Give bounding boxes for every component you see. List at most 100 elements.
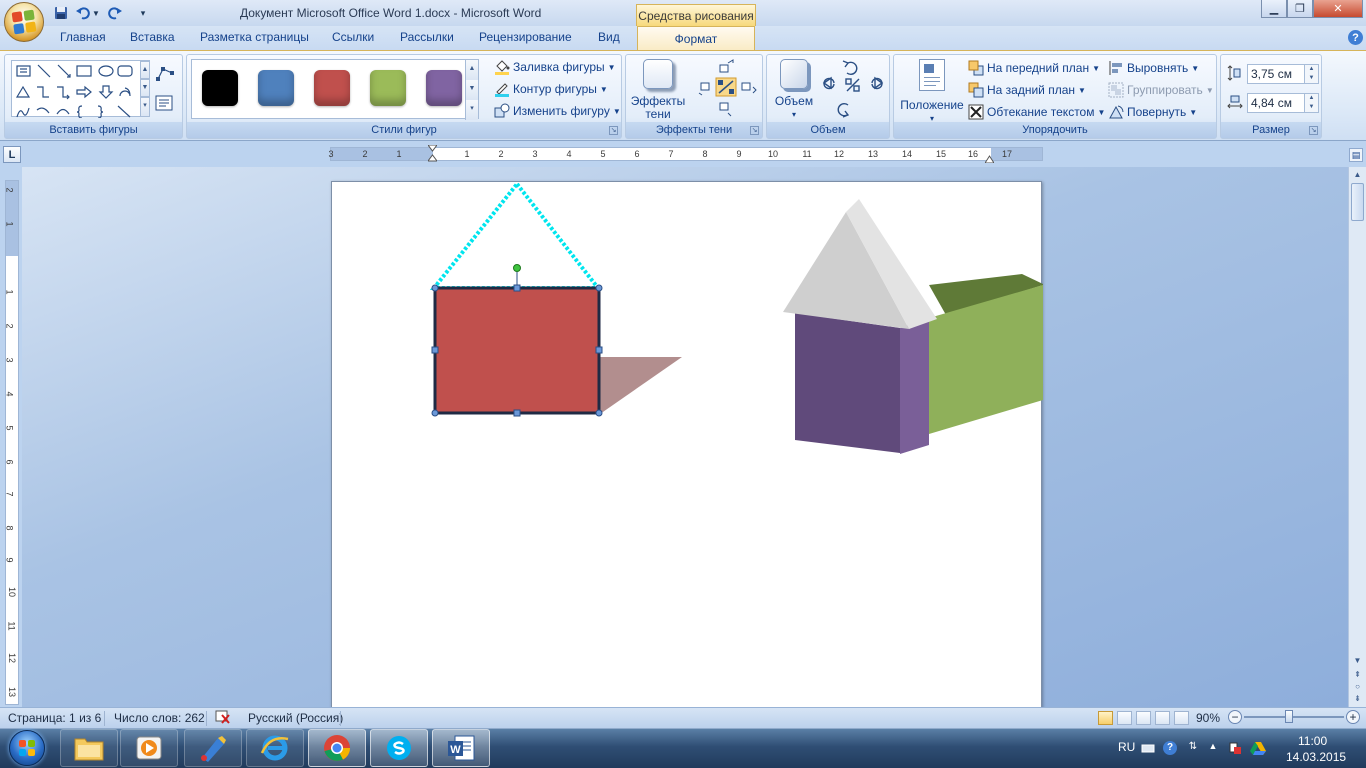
scroll-down-icon[interactable]: ▼ [1351, 655, 1364, 667]
volume-button[interactable]: Объем ▾ [771, 59, 817, 121]
shape-styles-gallery[interactable]: ▲ ▼ ▾ [191, 59, 479, 120]
clock-date[interactable]: 14.03.2015 [1286, 750, 1346, 764]
tab-home[interactable]: Главная [60, 30, 106, 44]
style-swatch-blue[interactable] [258, 70, 294, 106]
outline-view-icon[interactable] [1155, 711, 1170, 725]
vertical-scrollbar[interactable]: ▲ ▼ ⇞ ○ ⇟ [1348, 167, 1366, 707]
view-ruler-toggle-icon[interactable]: ▤ [1349, 148, 1363, 162]
office-button[interactable] [4, 2, 44, 42]
shapes-scroll-down[interactable]: ▼ [140, 79, 150, 97]
network-icon[interactable] [1228, 741, 1242, 755]
full-screen-reading-icon[interactable] [1117, 711, 1132, 725]
edit-shape-icon[interactable] [155, 65, 175, 83]
tab-insert[interactable]: Вставка [130, 30, 175, 44]
scroll-thumb[interactable] [1351, 183, 1364, 221]
taskbar-chrome[interactable] [308, 729, 366, 767]
taskbar-skype[interactable] [370, 729, 428, 767]
tab-view[interactable]: Вид [598, 30, 620, 44]
shapes-more[interactable]: ▾ [140, 97, 150, 117]
start-button[interactable] [4, 729, 50, 767]
styles-more[interactable]: ▾ [465, 100, 478, 120]
change-shape-button[interactable]: Изменить фигуру ▼ [494, 103, 621, 119]
web-layout-icon[interactable] [1136, 711, 1151, 725]
show-hidden-icons[interactable]: ▲ [1206, 741, 1220, 755]
tab-mailings[interactable]: Рассылки [400, 30, 454, 44]
house-3d-drawing[interactable] [783, 199, 1043, 454]
tab-stop-selector[interactable]: L [3, 146, 21, 163]
prev-page-icon[interactable]: ⇞ [1351, 669, 1364, 681]
rotate-button[interactable]: Повернуть ▼ [1108, 104, 1197, 120]
send-to-back-button[interactable]: На задний план ▼ [968, 82, 1086, 98]
page-count-status[interactable]: Страница: 1 из 6 [8, 711, 101, 725]
shape-styles-launcher[interactable]: ↘ [609, 126, 618, 135]
zoom-slider-track[interactable] [1244, 716, 1344, 718]
indent-marker[interactable] [427, 144, 438, 163]
style-swatch-purple[interactable] [426, 70, 462, 106]
tab-format[interactable]: Формат [637, 26, 755, 51]
zoom-in-icon[interactable]: + [1346, 710, 1360, 724]
shape-width-spinner[interactable]: ▲ ▼ [1304, 94, 1318, 112]
taskbar-word[interactable]: W [432, 729, 490, 767]
redo-icon[interactable] [106, 4, 124, 22]
browse-object-icon[interactable]: ○ [1351, 681, 1364, 693]
customize-qat-icon[interactable]: ▾ [134, 4, 152, 22]
wrap-text-button[interactable]: Обтекание текстом ▼ [968, 104, 1105, 120]
keyboard-icon[interactable] [1141, 741, 1155, 755]
shadow-effects-launcher[interactable]: ↘ [750, 126, 759, 135]
triangle-roof-outline[interactable] [429, 182, 603, 290]
save-icon[interactable] [52, 4, 70, 22]
text-box-icon[interactable] [155, 95, 173, 111]
bring-to-front-button[interactable]: На передний план ▼ [968, 60, 1100, 76]
shapes-gallery[interactable]: ▲ ▼ ▾ [11, 60, 150, 119]
tray-arrows-icon[interactable]: ⇅ [1186, 741, 1200, 755]
input-language-indicator[interactable]: RU [1118, 740, 1135, 754]
undo-icon[interactable] [74, 4, 92, 22]
shape-width-input[interactable]: 4,84 см ▲ ▼ [1247, 93, 1319, 113]
taskbar-paint[interactable] [184, 729, 242, 767]
styles-scroll-down[interactable]: ▼ [465, 80, 478, 100]
draft-view-icon[interactable] [1174, 711, 1189, 725]
word-count-status[interactable]: Число слов: 262 [114, 711, 205, 725]
document-page[interactable] [331, 181, 1043, 711]
shapes-scroll-up[interactable]: ▲ [140, 61, 150, 79]
proofing-icon[interactable] [214, 709, 232, 728]
position-button[interactable]: Положение ▾ [898, 59, 966, 125]
red-rectangle-shape[interactable] [433, 286, 601, 415]
help-icon[interactable]: ? [1348, 30, 1363, 45]
undo-dropdown-icon[interactable]: ▼ [92, 4, 100, 22]
taskbar-media-player[interactable] [120, 729, 178, 767]
zoom-out-icon[interactable]: − [1228, 710, 1242, 724]
tab-page-layout[interactable]: Разметка страницы [200, 30, 309, 44]
align-button[interactable]: Выровнять ▼ [1108, 60, 1199, 76]
volume-button-label: Объем [774, 94, 814, 108]
vertical-ruler[interactable]: 2 1 1 2 3 4 5 6 7 8 9 10 11 12 13 [5, 180, 19, 705]
group-button[interactable]: Группировать ▼ [1108, 82, 1214, 98]
next-page-icon[interactable]: ⇟ [1351, 693, 1364, 705]
maximize-button[interactable]: ❐ [1287, 0, 1313, 18]
shape-outline-button[interactable]: Контур фигуры ▼ [494, 81, 608, 97]
taskbar-internet-explorer[interactable] [246, 729, 304, 767]
size-launcher[interactable]: ↘ [1309, 126, 1318, 135]
tab-review[interactable]: Рецензирование [479, 30, 572, 44]
styles-scroll-up[interactable]: ▲ [465, 60, 478, 80]
style-swatch-black[interactable] [202, 70, 238, 106]
shape-fill-button[interactable]: Заливка фигуры ▼ [494, 59, 616, 75]
help-tray-icon[interactable]: ? [1163, 741, 1177, 755]
zoom-level[interactable]: 90% [1196, 711, 1220, 725]
right-indent-marker[interactable] [984, 152, 995, 164]
zoom-slider-thumb[interactable] [1285, 710, 1293, 723]
rotation-handle[interactable] [513, 264, 521, 272]
print-layout-view-icon[interactable] [1098, 711, 1113, 725]
language-status[interactable]: Русский (Россия) [248, 711, 343, 725]
tab-references[interactable]: Ссылки [332, 30, 374, 44]
style-swatch-red[interactable] [314, 70, 350, 106]
shape-height-input[interactable]: 3,75 см ▲ ▼ [1247, 64, 1319, 84]
close-button[interactable]: ✕ [1313, 0, 1363, 18]
scroll-up-icon[interactable]: ▲ [1351, 169, 1364, 181]
clock-time[interactable]: 11:00 [1298, 734, 1327, 748]
shape-height-spinner[interactable]: ▲ ▼ [1304, 65, 1318, 83]
minimize-button[interactable]: ▁ [1261, 0, 1287, 18]
google-drive-icon[interactable] [1250, 741, 1266, 755]
style-swatch-green[interactable] [370, 70, 406, 106]
taskbar-explorer[interactable] [60, 729, 118, 767]
